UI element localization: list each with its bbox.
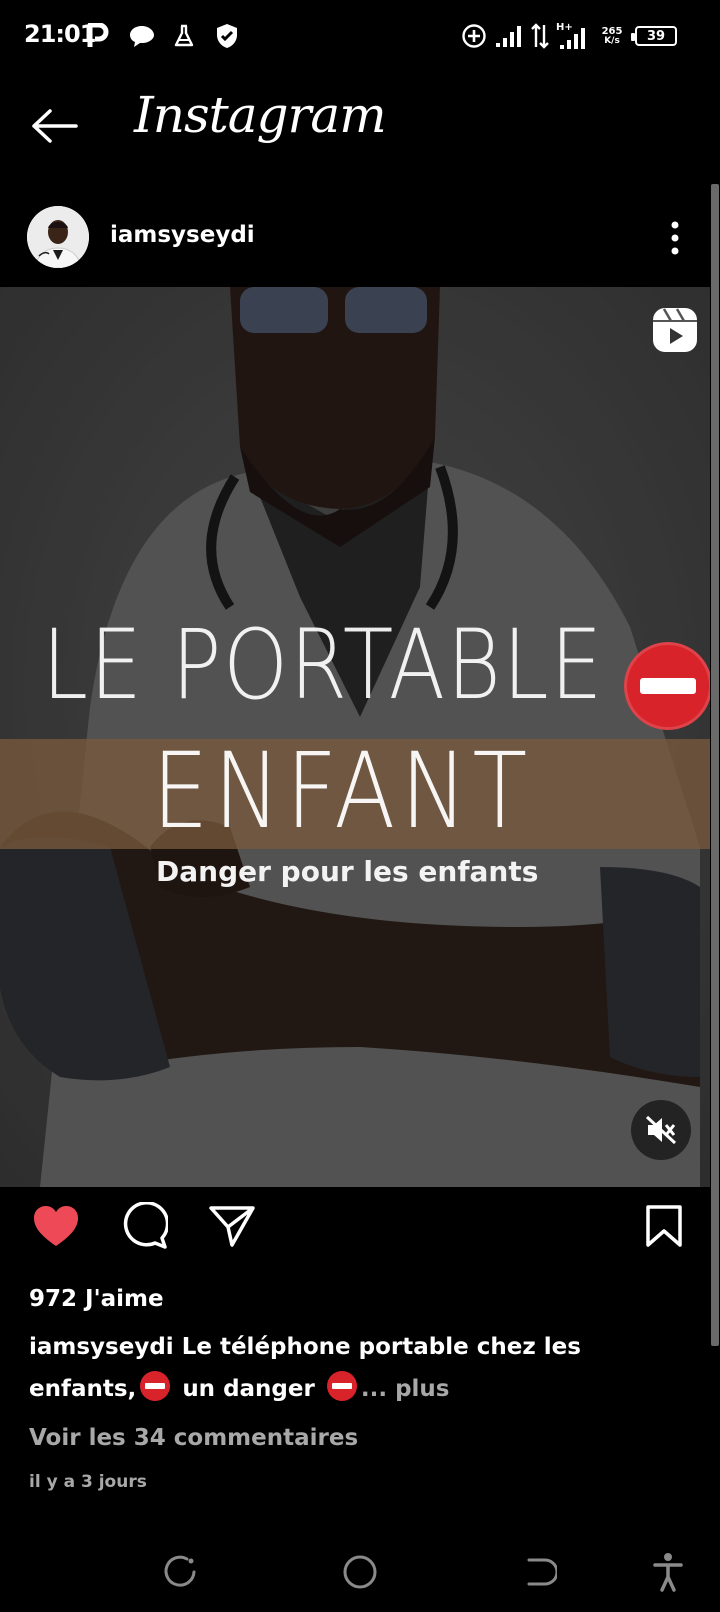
status-bar: 21:01 H+ 265 K/s 39 <box>0 0 720 72</box>
back-nav-button[interactable] <box>512 1544 568 1600</box>
reels-icon <box>653 308 697 352</box>
message-bubble-icon <box>128 18 156 54</box>
post-media[interactable]: LE PORTABLE ENFANT Danger pour les enfan… <box>0 287 710 1187</box>
heart-icon <box>34 1206 78 1246</box>
post-actions <box>0 1198 710 1268</box>
signal-bars-icon <box>494 18 524 54</box>
media-subtitle: Danger pour les enfants <box>156 855 539 888</box>
like-button[interactable] <box>28 1198 84 1254</box>
avatar[interactable] <box>27 206 89 268</box>
caption-text-2: un danger <box>182 1376 315 1402</box>
muted-speaker-icon <box>645 1115 677 1145</box>
no-entry-emoji-icon <box>140 1371 171 1401</box>
home-circle-icon <box>343 1555 377 1589</box>
caption-username[interactable]: iamsyseydi <box>29 1334 174 1360</box>
network-speed: 265 K/s <box>596 18 628 54</box>
app-title: Instagram <box>134 86 387 144</box>
no-entry-icon <box>624 642 710 730</box>
back-button[interactable] <box>26 100 82 152</box>
share-button[interactable] <box>204 1198 260 1254</box>
mute-button[interactable] <box>631 1100 691 1160</box>
recents-icon <box>164 1555 196 1587</box>
parking-icon <box>86 18 110 54</box>
more-vertical-icon <box>671 221 679 255</box>
battery-icon: 39 <box>631 18 678 54</box>
post-time: il y a 3 jours <box>29 1472 147 1492</box>
reels-badge <box>652 307 698 353</box>
shield-check-icon <box>214 18 240 54</box>
system-nav-bar <box>0 1532 720 1612</box>
save-button[interactable] <box>636 1198 692 1254</box>
scrollbar[interactable] <box>711 184 719 1346</box>
media-title-line2: ENFANT <box>152 730 533 852</box>
recents-button[interactable] <box>152 1544 208 1600</box>
home-button[interactable] <box>332 1544 388 1600</box>
accessibility-button[interactable] <box>648 1544 688 1600</box>
status-time: 21:01 <box>24 20 96 48</box>
network-speed-value: 265 <box>601 25 623 37</box>
send-icon <box>209 1206 255 1247</box>
comment-button[interactable] <box>116 1198 172 1254</box>
post-caption[interactable]: iamsyseydi Le téléphone portable chez le… <box>29 1326 669 1410</box>
no-entry-emoji-icon <box>326 1371 357 1401</box>
battery-level: 39 <box>646 28 666 44</box>
more-options-button[interactable] <box>660 218 690 258</box>
data-transfer-icon <box>530 18 550 54</box>
svg-text:H+: H+ <box>556 22 573 33</box>
data-saver-icon <box>460 18 488 54</box>
app-header: Instagram <box>0 72 720 180</box>
signal-bars-h-plus-icon: H+ <box>554 18 590 54</box>
post-header: iamsyseydi <box>0 190 710 286</box>
back-nav-icon <box>527 1558 557 1586</box>
arrow-left-icon <box>32 109 78 143</box>
media-title-line1: LE PORTABLE <box>42 609 605 721</box>
like-count[interactable]: 972 J'aime <box>29 1286 164 1312</box>
bookmark-icon <box>646 1205 682 1247</box>
view-comments-link[interactable]: Voir les 34 commentaires <box>29 1425 358 1451</box>
comment-icon <box>123 1202 168 1249</box>
caption-more-link[interactable]: ... plus <box>361 1376 450 1402</box>
flask-icon <box>172 18 196 54</box>
accessibility-icon <box>653 1553 683 1592</box>
post-username[interactable]: iamsyseydi <box>110 222 255 248</box>
network-speed-unit: K/s <box>604 35 620 46</box>
